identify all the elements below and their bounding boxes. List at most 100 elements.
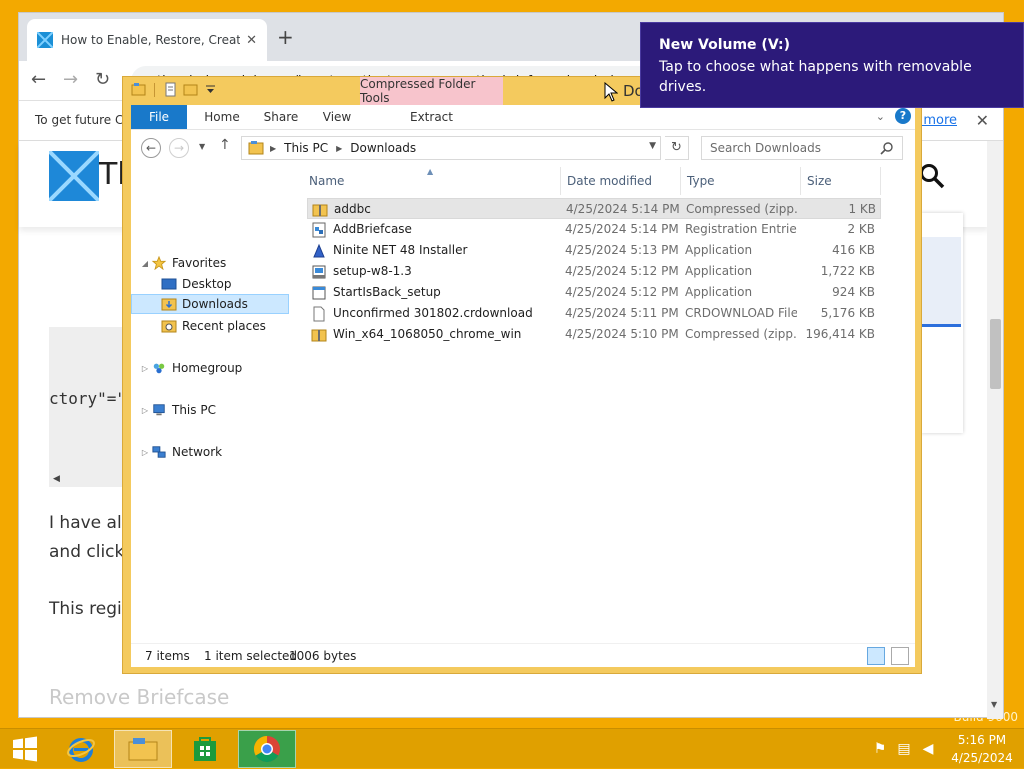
new-folder-icon[interactable] <box>183 82 198 97</box>
clock-date: 4/25/2024 <box>951 751 1013 765</box>
expand-ribbon-icon[interactable]: ⌄ <box>876 110 885 123</box>
sidebar-item-recent-places[interactable]: Recent places <box>131 316 289 336</box>
tab-file[interactable]: File <box>131 105 187 129</box>
notification-title: New Volume (V:) <box>659 37 791 53</box>
customize-toolbar-icon[interactable] <box>203 82 218 97</box>
new-tab-icon[interactable]: + <box>277 25 294 49</box>
forward-button[interactable]: → <box>169 138 189 158</box>
close-tab-icon[interactable]: ✕ <box>246 33 257 48</box>
chrome-taskbar-button[interactable] <box>238 730 296 768</box>
site-search-icon[interactable] <box>919 163 945 189</box>
tab-share[interactable]: Share <box>253 105 309 129</box>
start-button[interactable] <box>0 730 50 768</box>
ninite-app-icon <box>313 243 325 257</box>
sidebar-item-label: Downloads <box>182 297 248 311</box>
breadcrumb[interactable]: ▶ This PC ▶ Downloads ▼ <box>241 136 661 160</box>
browser-tab[interactable]: How to Enable, Restore, Create B ✕ <box>27 19 267 61</box>
expand-arrow-icon[interactable]: ▷ <box>139 406 151 415</box>
store-icon <box>194 737 216 761</box>
search-placeholder: Search Downloads <box>710 141 821 155</box>
recent-places-icon <box>161 320 177 333</box>
infobar-close-icon[interactable]: ✕ <box>976 111 989 130</box>
expand-arrow-icon[interactable]: ▷ <box>139 364 151 373</box>
file-name-cell: StartIsBack_setup <box>311 282 561 303</box>
scroll-down-icon[interactable]: ▼ <box>991 700 997 709</box>
infobar-message: To get future Ch <box>35 113 131 127</box>
page-scrollbar[interactable]: ▼ <box>987 141 1003 719</box>
app-window-icon <box>312 286 326 299</box>
clock[interactable]: 5:16 PM 4/25/2024 <box>940 731 1024 767</box>
taskbar: ⚑ ▤ ◀ 5:16 PM 4/25/2024 <box>0 728 1024 768</box>
back-button[interactable]: ← <box>141 138 161 158</box>
navigation-pane: ◢ Favorites Desktop Downloads Recent pla… <box>131 165 291 643</box>
search-icon[interactable] <box>880 141 894 155</box>
file-date: 4/25/2024 5:13 PM <box>565 243 679 257</box>
large-icons-view-icon[interactable] <box>891 647 909 665</box>
tab-extract[interactable]: Extract <box>360 105 503 129</box>
tab-view[interactable]: View <box>311 105 363 129</box>
collapse-arrow-icon[interactable]: ◢ <box>139 259 151 268</box>
column-header-date-modified[interactable]: Date modified <box>561 167 681 195</box>
code-snippet: ctory"=" <box>49 389 127 408</box>
star-icon <box>151 256 167 270</box>
column-header-size[interactable]: Size <box>801 167 881 195</box>
scrollbar-thumb[interactable] <box>990 319 1001 389</box>
sidebar-item-desktop[interactable]: Desktop <box>131 274 289 294</box>
sidebar-item-network[interactable]: ▷ Network <box>131 442 289 462</box>
file-type: Application <box>685 285 753 299</box>
article-paragraph: and click <box>49 542 125 562</box>
status-selection: 1 item selected <box>204 649 298 663</box>
file-row-addbriefcase[interactable]: AddBriefcase 4/25/2024 5:14 PM Registrat… <box>307 219 881 240</box>
notification-body: Tap to choose what happens with removabl… <box>659 59 972 95</box>
sidebar-item-this-pc[interactable]: ▷ This PC <box>131 400 289 420</box>
zip-folder-icon <box>311 329 327 341</box>
file-row-unconfirmed-download[interactable]: Unconfirmed 301802.crdownload 4/25/2024 … <box>307 303 881 324</box>
tab-home[interactable]: Home <box>197 105 247 129</box>
column-header-name[interactable]: Name <box>303 167 561 195</box>
forward-arrow-icon[interactable]: → <box>63 69 78 90</box>
volume-muted-icon[interactable]: ◀ <box>916 741 940 757</box>
sidebar-item-homegroup[interactable]: ▷ Homegroup <box>131 358 289 378</box>
search-input[interactable]: Search Downloads <box>701 136 903 160</box>
properties-icon[interactable] <box>163 82 178 97</box>
reload-icon[interactable]: ↻ <box>95 69 110 90</box>
help-icon[interactable]: ? <box>895 108 911 124</box>
breadcrumb-this-pc[interactable]: This PC <box>284 141 328 155</box>
store-button[interactable] <box>176 730 234 768</box>
address-dropdown-icon[interactable]: ▼ <box>649 141 656 151</box>
recent-locations-icon[interactable]: ▼ <box>199 142 205 151</box>
site-logo-icon[interactable] <box>47 149 101 203</box>
sidebar-item-downloads[interactable]: Downloads <box>131 294 289 314</box>
internet-explorer-button[interactable] <box>52 730 110 768</box>
file-size: 5,176 KB <box>820 306 875 320</box>
sidebar-item-label: Homegroup <box>172 361 243 375</box>
column-header-type[interactable]: Type <box>681 167 801 195</box>
back-arrow-icon[interactable]: ← <box>31 69 46 90</box>
sidebar-item-label: Desktop <box>182 277 232 291</box>
file-explorer-taskbar-button[interactable] <box>114 730 172 768</box>
code-scroll-left-icon[interactable]: ◀ <box>53 474 60 484</box>
browser-tab-title: How to Enable, Restore, Create B <box>61 33 241 47</box>
breadcrumb-downloads[interactable]: Downloads <box>350 141 416 155</box>
details-view-icon[interactable] <box>867 647 885 665</box>
breadcrumb-chevron-icon[interactable]: ▶ <box>336 144 342 153</box>
internet-explorer-icon <box>67 738 95 762</box>
file-row-addbc[interactable]: addbc 4/25/2024 5:14 PM Compressed (zipp… <box>307 198 881 219</box>
file-row-chrome-win[interactable]: Win_x64_1068050_chrome_win 4/25/2024 5:1… <box>307 324 881 345</box>
file-row-startisback[interactable]: StartIsBack_setup 4/25/2024 5:12 PM Appl… <box>307 282 881 303</box>
computer-icon <box>153 404 165 416</box>
network-tray-icon[interactable]: ▤ <box>892 741 916 757</box>
file-date: 4/25/2024 5:12 PM <box>565 264 679 278</box>
breadcrumb-chevron-icon[interactable]: ▶ <box>270 144 276 153</box>
file-row-ninite[interactable]: Ninite NET 48 Installer 4/25/2024 5:13 P… <box>307 240 881 261</box>
up-arrow-icon[interactable]: ↑ <box>219 137 231 153</box>
clock-time: 5:16 PM <box>957 733 1007 747</box>
sidebar-item-favorites[interactable]: ◢ Favorites <box>131 253 289 273</box>
autoplay-notification[interactable]: New Volume (V:) Tap to choose what happe… <box>640 22 1024 108</box>
expand-arrow-icon[interactable]: ▷ <box>139 448 151 457</box>
file-row-setup-w8[interactable]: setup-w8-1.3 4/25/2024 5:12 PM Applicati… <box>307 261 881 282</box>
status-bar: 7 items 1 item selected 1006 bytes <box>131 643 915 667</box>
file-explorer-window[interactable]: Compressed Folder Tools Do File Home Sha… <box>122 76 922 674</box>
refresh-button[interactable]: ↻ <box>665 136 689 160</box>
flag-icon[interactable]: ⚑ <box>868 741 892 757</box>
